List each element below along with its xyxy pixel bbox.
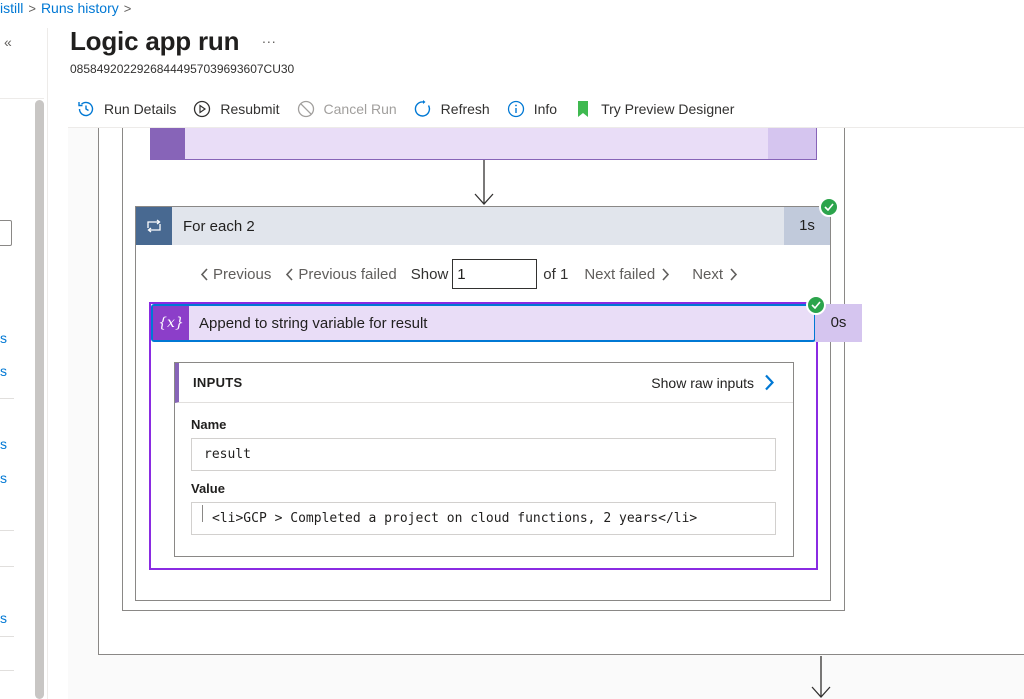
divider <box>0 670 14 671</box>
value-field: <li>GCP > Completed a project on cloud f… <box>191 502 776 535</box>
divider <box>0 530 14 531</box>
next-button[interactable]: Next <box>692 266 738 283</box>
history-icon <box>78 101 94 117</box>
next-label: Next <box>692 265 724 283</box>
breadcrumb-separator: > <box>123 1 132 16</box>
toolbar: Run Details Resubmit Cancel Run Refresh … <box>76 96 750 122</box>
left-list-item[interactable]: s <box>0 610 7 626</box>
run-details-label: Run Details <box>104 101 177 117</box>
next-failed-button[interactable]: Next failed <box>584 266 670 283</box>
info-label: Info <box>533 101 558 117</box>
left-scrollbar[interactable] <box>35 100 44 699</box>
chevron-left-icon <box>286 267 293 281</box>
next-failed-label: Next failed <box>584 265 656 283</box>
run-id: 08584920229268444957039693607CU30 <box>70 62 295 76</box>
left-list-item[interactable]: s <box>0 436 7 452</box>
inputs-header: INPUTS Show raw inputs <box>175 363 793 403</box>
variable-icon: {x} <box>153 306 189 340</box>
info-icon <box>507 100 524 118</box>
refresh-button[interactable]: Refresh <box>413 99 490 119</box>
divider <box>0 636 14 637</box>
iteration-input[interactable] <box>452 259 538 289</box>
inputs-label: INPUTS <box>193 375 243 390</box>
info-button[interactable]: Info <box>506 99 557 119</box>
value-label: Value <box>191 481 225 496</box>
left-list-item[interactable]: s <box>0 470 7 486</box>
previous-button[interactable]: Previous <box>200 266 271 283</box>
page-title: Logic app run <box>70 26 240 56</box>
previous-failed-label: Previous failed <box>298 265 397 283</box>
cancel-run-button[interactable]: Cancel Run <box>296 99 397 119</box>
run-details-button[interactable]: Run Details <box>76 99 176 119</box>
left-list-item[interactable]: s <box>0 363 7 379</box>
loop-icon <box>136 207 172 245</box>
show-raw-inputs-link[interactable]: Show raw inputs <box>651 374 775 391</box>
show-raw-inputs-label: Show raw inputs <box>651 374 754 391</box>
success-check-icon <box>806 295 826 315</box>
resubmit-icon <box>194 100 211 118</box>
duration-badge <box>768 128 816 159</box>
cancel-icon <box>297 100 314 118</box>
action-title: Append to string variable for result <box>199 315 428 332</box>
breadcrumb: istill > Runs history > <box>0 0 136 16</box>
breadcrumb-item-app[interactable]: istill <box>0 0 23 16</box>
chevron-right-icon <box>662 267 670 281</box>
append-variable-header[interactable]: {x} Append to string variable for result… <box>151 304 862 342</box>
divider <box>0 98 44 99</box>
previous-label: Previous <box>213 265 272 283</box>
divider <box>0 566 14 567</box>
breadcrumb-item-runs-history[interactable]: Runs history <box>41 0 119 16</box>
breadcrumb-separator: > <box>28 1 36 16</box>
name-field: result <box>191 438 776 471</box>
success-check-icon <box>819 197 839 217</box>
divider <box>0 398 14 399</box>
resubmit-label: Resubmit <box>220 101 280 117</box>
try-preview-label: Try Preview Designer <box>601 101 735 117</box>
try-preview-designer-button[interactable]: Try Preview Designer <box>573 99 734 119</box>
left-list-item[interactable]: s <box>0 330 7 346</box>
collapse-icon[interactable]: « <box>4 34 12 50</box>
arrow-down-icon <box>474 160 494 205</box>
more-options-icon[interactable]: ... <box>262 30 277 46</box>
arrow-down-icon <box>811 656 831 698</box>
previous-action-card[interactable] <box>150 128 817 160</box>
divider <box>202 505 203 522</box>
left-search-input[interactable] <box>0 220 12 246</box>
bookmark-icon <box>578 101 589 117</box>
cancel-run-label: Cancel Run <box>323 101 397 117</box>
iteration-pager: Previous Previous failed Show of 1 Next … <box>200 259 738 289</box>
variable-icon <box>151 128 185 159</box>
refresh-icon <box>414 100 430 117</box>
previous-failed-button[interactable]: Previous failed <box>285 265 397 283</box>
name-label: Name <box>191 417 227 432</box>
foreach-header[interactable]: For each 2 1s <box>136 207 830 245</box>
of-count: of 1 <box>543 265 569 283</box>
show-label: Show <box>410 265 449 283</box>
chevron-right-icon <box>730 267 738 281</box>
chevron-left-icon <box>200 267 208 281</box>
resubmit-button[interactable]: Resubmit <box>192 99 280 119</box>
foreach-title: For each 2 <box>183 218 255 235</box>
chevron-right-icon <box>765 374 775 391</box>
refresh-label: Refresh <box>440 101 490 117</box>
